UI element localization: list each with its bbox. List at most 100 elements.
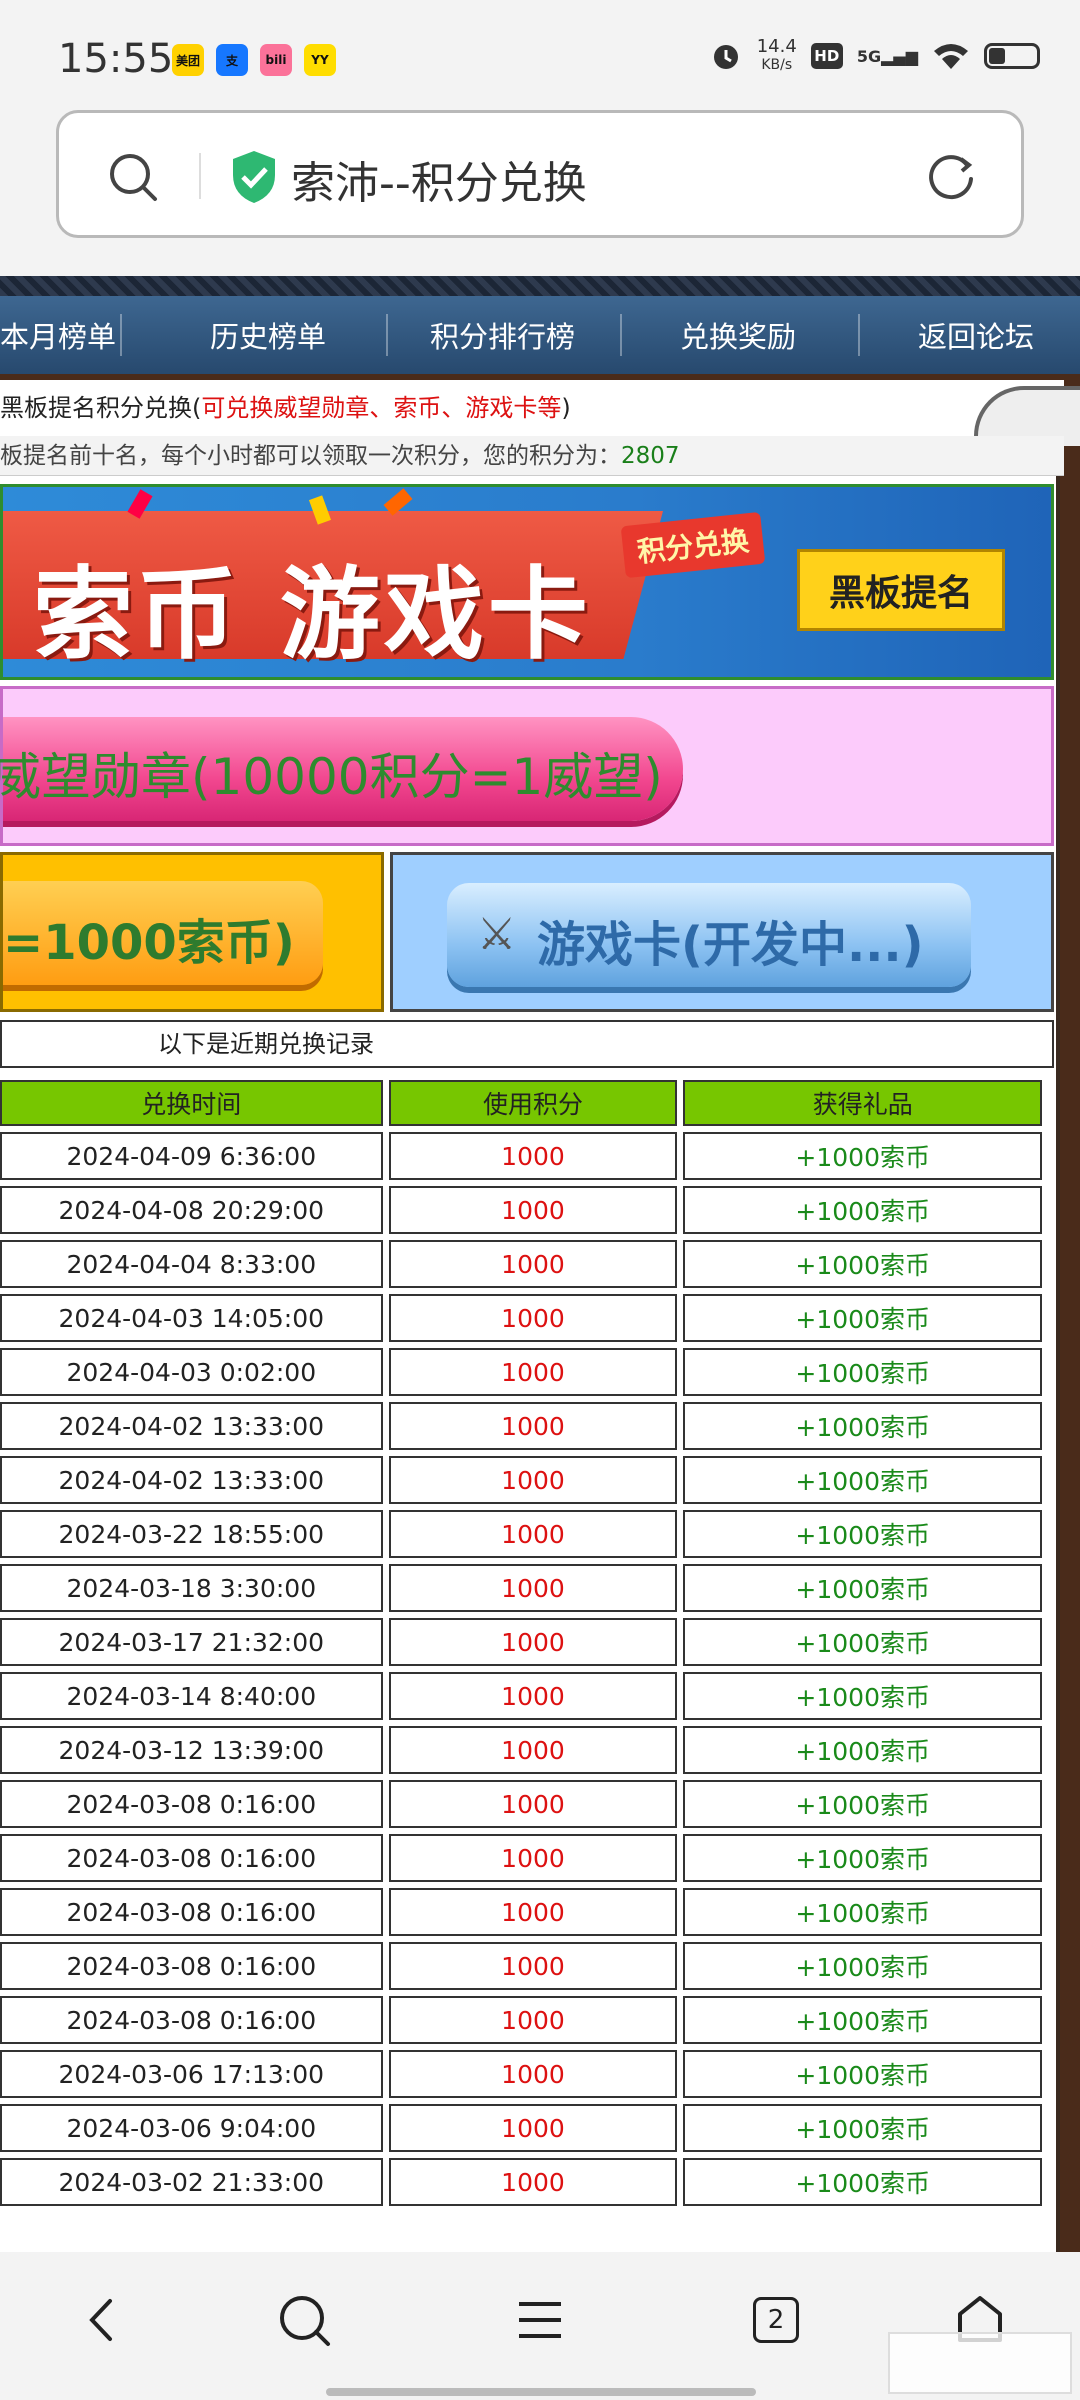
nav-item-monthly[interactable]: 本月榜单 (0, 296, 116, 374)
table-row: 2024-04-03 14:05:00 1000 +1000索币 (0, 1294, 1042, 1342)
status-app-icons: 美团支 bili YY (172, 44, 336, 76)
home-indicator[interactable] (326, 2388, 756, 2396)
points-used-cell: 1000 (388, 1672, 678, 1720)
exchange-time-cell: 2024-04-03 0:02:00 (0, 1348, 383, 1396)
coin-exchange-button[interactable]: =1000索币) (3, 881, 323, 985)
nav-separator (858, 314, 860, 356)
exchange-time-cell: 2024-04-08 20:29:00 (0, 1186, 383, 1234)
top-nav: 本月榜单 历史榜单 积分排行榜 兑换奖励 返回论坛 (0, 296, 1080, 374)
menu-button[interactable] (500, 2280, 580, 2360)
exchange-buttons-row: =1000索币) ⚔ 游戏卡(开发中...) (0, 852, 1054, 1012)
points-used-cell: 1000 (388, 2050, 678, 2098)
reward-cell: +1000索币 (683, 1942, 1042, 1990)
prestige-box: 威望勋章(10000积分=1威望) (0, 686, 1054, 846)
nav-item-back-forum[interactable]: 返回论坛 (918, 296, 1034, 374)
table-row: 2024-04-08 20:29:00 1000 +1000索币 (0, 1186, 1042, 1234)
table-row: 2024-03-17 21:32:00 1000 +1000索币 (0, 1618, 1042, 1666)
exchange-time-cell: 2024-04-03 14:05:00 (0, 1294, 383, 1342)
alipay-icon: 支 (216, 44, 248, 76)
back-button[interactable] (62, 2280, 142, 2360)
table-row: 2024-03-02 21:33:00 1000 +1000索币 (0, 2158, 1042, 2206)
reward-cell: +1000索币 (683, 1132, 1042, 1180)
table-row: 2024-03-08 0:16:00 1000 +1000索币 (0, 1888, 1042, 1936)
exchange-time-cell: 2024-03-08 0:16:00 (0, 1942, 383, 1990)
screen: 15:55 美团支 bili YY 14.4 KB/s HD 5G▂▄▆ 索沛--积… (0, 0, 1080, 2400)
reward-cell: +1000索币 (683, 2158, 1042, 2206)
reward-cell: +1000索币 (683, 1348, 1042, 1396)
nav-item-ranking[interactable]: 积分排行榜 (430, 296, 575, 374)
exchange-time-cell: 2024-03-08 0:16:00 (0, 1888, 383, 1936)
game-card-button[interactable]: ⚔ 游戏卡(开发中...) (447, 883, 971, 987)
watermark-logo (888, 2332, 1072, 2394)
points-info-text: 板提名前十名，每个小时都可以领取一次积分，您的积分为： (0, 443, 621, 469)
signal-5g-icon: 5G▂▄▆ (856, 46, 918, 66)
banner-title: 索币 游戏卡 (33, 556, 592, 673)
points-used-cell: 1000 (388, 1510, 678, 1558)
net-speed-unit: KB/s (761, 57, 793, 73)
battery-icon (984, 43, 1040, 69)
exchange-time-cell: 2024-03-18 3:30:00 (0, 1564, 383, 1612)
meituan-icon: 美团 (172, 44, 204, 76)
notice-suffix: ) (561, 394, 571, 422)
points-used-cell: 1000 (388, 1942, 678, 1990)
alarm-icon (713, 45, 738, 69)
exchange-time-cell: 2024-03-06 17:13:00 (0, 2050, 383, 2098)
exchange-time-cell: 2024-03-14 8:40:00 (0, 1672, 383, 1720)
net-speed: 14.4 KB/s (757, 38, 797, 74)
column-header: 兑换时间 (0, 1080, 383, 1126)
table-row: 2024-04-03 0:02:00 1000 +1000索币 (0, 1348, 1042, 1396)
points-info: 板提名前十名，每个小时都可以领取一次积分，您的积分为：2807 (0, 436, 1064, 476)
table-row: 2024-04-09 6:36:00 1000 +1000索币 (0, 1132, 1042, 1180)
reward-cell: +1000索币 (683, 1726, 1042, 1774)
reward-cell: +1000索币 (683, 1186, 1042, 1234)
points-used-cell: 1000 (388, 1726, 678, 1774)
exchange-time-cell: 2024-03-12 13:39:00 (0, 1726, 383, 1774)
exchange-panel: 索币 游戏卡 积分兑换 黑板提名 威望勋章(10000积分=1威望) =1000… (0, 476, 1060, 2252)
reward-cell: +1000索币 (683, 1564, 1042, 1612)
table-row: 2024-04-02 13:33:00 1000 +1000索币 (0, 1456, 1042, 1504)
table-row: 2024-03-08 0:16:00 1000 +1000索币 (0, 1834, 1042, 1882)
reward-cell: +1000索币 (683, 1510, 1042, 1558)
game-card-box: ⚔ 游戏卡(开发中...) (390, 852, 1054, 1012)
reward-cell: +1000索币 (683, 2050, 1042, 2098)
reload-icon[interactable] (921, 147, 981, 207)
table-row: 2024-03-06 17:13:00 1000 +1000索币 (0, 2050, 1042, 2098)
tabs-button[interactable]: 2 (736, 2280, 816, 2360)
table-row: 2024-04-02 13:33:00 1000 +1000索币 (0, 1402, 1042, 1450)
address-bar[interactable]: 索沛--积分兑换 (56, 110, 1024, 238)
page-title: 索沛--积分兑换 (291, 158, 587, 209)
coin-box: =1000索币) (0, 852, 384, 1012)
nav-item-history[interactable]: 历史榜单 (210, 296, 326, 374)
exchange-time-cell: 2024-04-09 6:36:00 (0, 1132, 383, 1180)
search-icon[interactable] (103, 147, 163, 207)
address-divider (199, 153, 201, 199)
status-right: 14.4 KB/s HD 5G▂▄▆ (709, 38, 1040, 74)
hd-badge: HD (810, 43, 843, 69)
records-caption-text: 以下是近期兑换记录 (158, 1030, 374, 1058)
exchange-time-cell: 2024-04-02 13:33:00 (0, 1402, 383, 1450)
points-used-cell: 1000 (388, 1996, 678, 2044)
prestige-exchange-button[interactable]: 威望勋章(10000积分=1威望) (0, 717, 683, 821)
points-used-cell: 1000 (388, 1402, 678, 1450)
search-icon (280, 2296, 330, 2346)
nav-item-rewards[interactable]: 兑换奖励 (680, 296, 796, 374)
nav-separator (120, 314, 122, 356)
nav-separator (620, 314, 622, 356)
game-card-button-label: 游戏卡(开发中...) (537, 917, 924, 973)
reward-cell: +1000索币 (683, 2104, 1042, 2152)
exchange-time-cell: 2024-03-17 21:32:00 (0, 1618, 383, 1666)
records-table: 兑换时间 使用积分 获得礼品 2024-04-09 6:36:00 1000 +1000索… (0, 1074, 1048, 2212)
reward-cell: +1000索币 (683, 1240, 1042, 1288)
header-pattern (0, 276, 1080, 296)
search-button[interactable] (264, 2280, 344, 2360)
promo-banner: 索币 游戏卡 积分兑换 黑板提名 (0, 484, 1054, 680)
network-label: 5G (856, 46, 882, 66)
secure-shield-icon (233, 151, 275, 203)
prestige-button-label: 威望勋章(10000积分=1威望) (0, 748, 663, 806)
exchange-notice: 黑板提名积分兑换(可兑换威望勋章、索币、游戏卡等) (0, 380, 1080, 446)
points-used-cell: 1000 (388, 1240, 678, 1288)
reward-cell: +1000索币 (683, 1402, 1042, 1450)
tab-count: 2 (753, 2297, 799, 2343)
reward-cell: +1000索币 (683, 1456, 1042, 1504)
reward-cell: +1000索币 (683, 1996, 1042, 2044)
